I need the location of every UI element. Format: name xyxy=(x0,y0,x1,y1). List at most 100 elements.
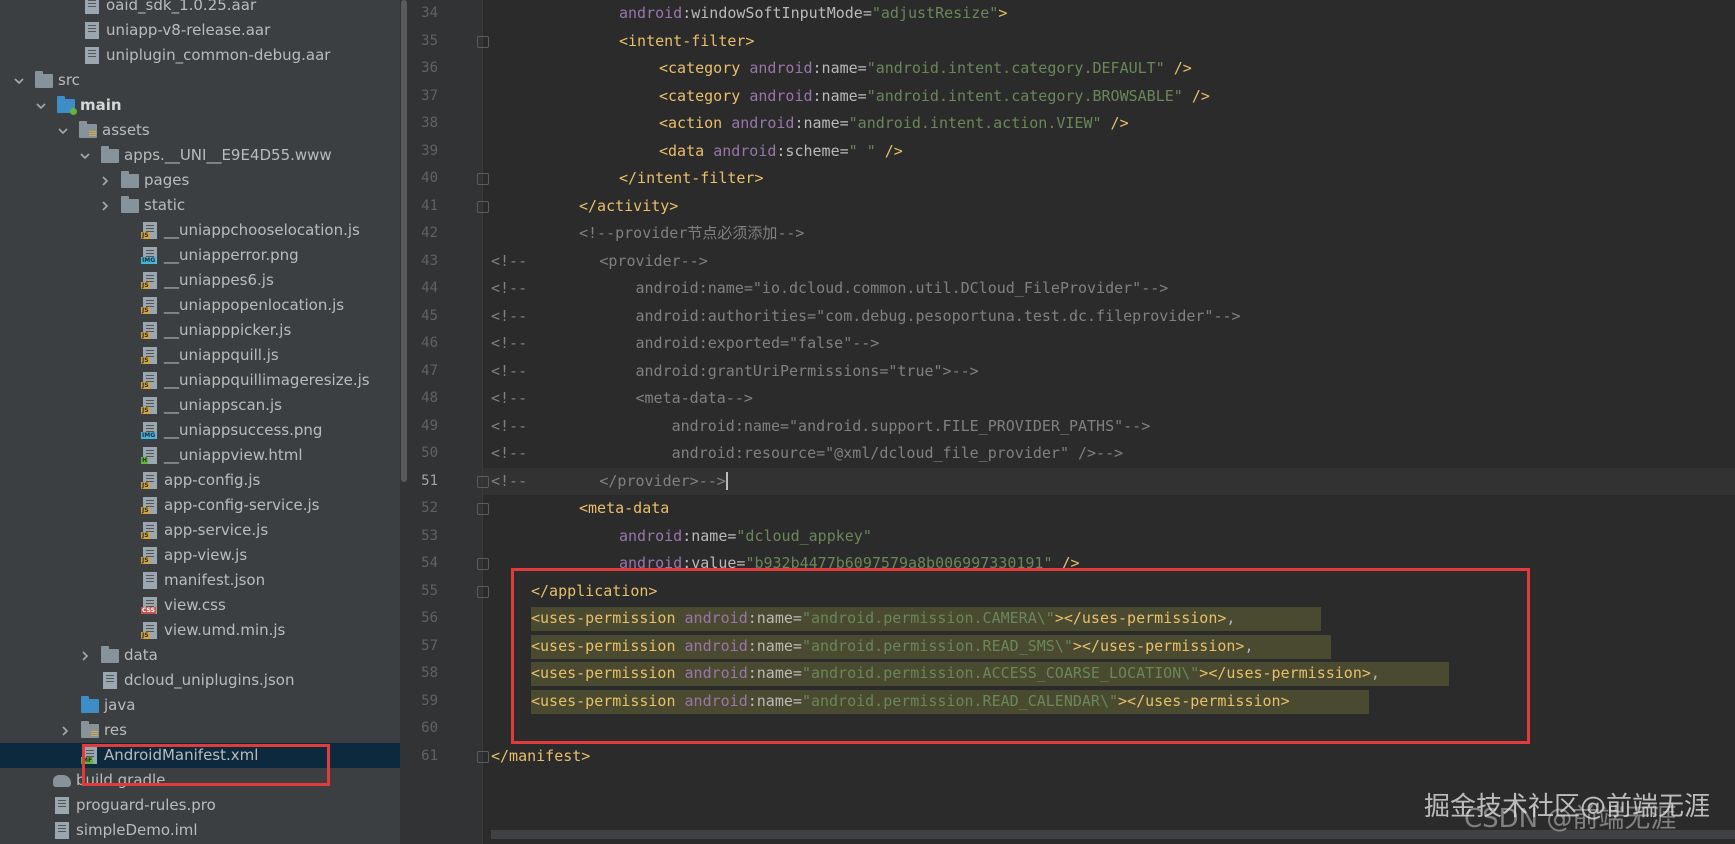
code-line[interactable]: <!-- <provider--> xyxy=(491,248,708,276)
code-token: <!-- android:name="io.dcloud.common.util… xyxy=(491,279,1169,297)
line-number: 37 xyxy=(421,87,438,104)
tree-item-label: manifest.json xyxy=(164,571,266,589)
tree-item-label: __uniappquillimageresize.js xyxy=(164,371,370,389)
line-number: 60 xyxy=(421,720,438,736)
chevron-right-icon[interactable] xyxy=(98,199,112,213)
code-line[interactable]: <!-- </provider>--> xyxy=(491,468,728,496)
tree-item[interactable]: dcloud_uniplugins.json xyxy=(0,668,400,693)
tree-item[interactable]: JS __uniappquillimageresize.js xyxy=(0,368,400,393)
tree-item-label: __uniappquill.js xyxy=(164,346,279,364)
fold-marker-icon[interactable] xyxy=(477,585,489,598)
tree-item[interactable]: IMG __uniapperror.png xyxy=(0,243,400,268)
tree-item[interactable]: H __uniappview.html xyxy=(0,443,400,468)
tree-item[interactable]: manifest.json xyxy=(0,568,400,593)
js-file-icon: JS xyxy=(140,272,160,290)
tree-item[interactable]: main xyxy=(0,93,400,118)
folder-icon xyxy=(100,145,120,165)
tree-item-label: data xyxy=(124,646,158,664)
code-line[interactable]: <!-- android:name="android.support.FILE_… xyxy=(491,413,1150,441)
chevron-down-icon[interactable] xyxy=(12,74,26,88)
chevron-right-icon[interactable] xyxy=(98,174,112,188)
project-tree-scrollbar-thumb[interactable] xyxy=(401,0,407,482)
tree-item[interactable]: JS app-config.js xyxy=(0,468,400,493)
tree-item[interactable]: JS __uniappes6.js xyxy=(0,268,400,293)
folder-icon xyxy=(56,95,77,115)
code-line[interactable]: </activity> xyxy=(579,193,678,221)
tree-item[interactable]: JS app-config-service.js xyxy=(0,493,400,518)
tree-item[interactable]: proguard-rules.pro xyxy=(0,793,400,818)
tree-item[interactable]: JS __uniappchooselocation.js xyxy=(0,218,400,243)
code-line[interactable]: android:windowSoftInputMode="adjustResiz… xyxy=(619,0,1007,28)
tree-item[interactable]: res xyxy=(0,718,400,743)
code-token: "android.intent.action.VIEW" xyxy=(848,114,1102,132)
tree-item[interactable]: JS __uniappopenlocation.js xyxy=(0,293,400,318)
chevron-down-icon[interactable] xyxy=(34,99,48,113)
folder-icon xyxy=(120,195,140,215)
tree-item[interactable]: IMG __uniappsuccess.png xyxy=(0,418,400,443)
fold-marker-icon[interactable] xyxy=(477,200,489,213)
code-line[interactable]: <!-- <meta-data--> xyxy=(491,385,753,413)
tree-item[interactable]: oaid_sdk_1.0.25.aar xyxy=(0,0,400,18)
code-line[interactable]: <intent-filter> xyxy=(619,28,754,56)
chevron-down-icon[interactable] xyxy=(78,149,92,163)
tree-item[interactable]: JS __uniapppicker.js xyxy=(0,318,400,343)
tree-item[interactable]: src xyxy=(0,68,400,93)
tree-item[interactable]: uniplugin_common-debug.aar xyxy=(0,43,400,68)
tree-item[interactable]: uniapp-v8-release.aar xyxy=(0,18,400,43)
js-file-icon: JS xyxy=(140,397,160,415)
code-line[interactable]: <data android:scheme=" " /> xyxy=(659,138,903,166)
code-line[interactable]: <category android:name="android.intent.c… xyxy=(659,55,1192,83)
chevron-right-icon[interactable] xyxy=(58,724,72,738)
code-line[interactable]: <!-- android:name="io.dcloud.common.util… xyxy=(491,275,1168,303)
chevron-right-icon[interactable] xyxy=(78,649,92,663)
fold-marker-icon[interactable] xyxy=(477,35,489,48)
tree-item[interactable]: assets xyxy=(0,118,400,143)
tree-item[interactable]: CSS view.css xyxy=(0,593,400,618)
tree-item[interactable]: JS __uniappquill.js xyxy=(0,343,400,368)
tree-item[interactable]: JS __uniappscan.js xyxy=(0,393,400,418)
line-number: 57 xyxy=(421,637,438,654)
code-line[interactable]: </manifest> xyxy=(491,743,590,771)
fold-marker-icon[interactable] xyxy=(477,475,489,488)
fold-marker-icon[interactable] xyxy=(477,173,489,185)
code-line[interactable]: <!-- android:grantUriPermissions="true">… xyxy=(491,358,979,386)
line-number: 48 xyxy=(421,390,438,406)
tree-item-label: app-config-service.js xyxy=(164,496,320,514)
fold-marker-icon[interactable] xyxy=(477,503,489,515)
file-icon xyxy=(82,22,102,40)
code-line[interactable]: <meta-data xyxy=(579,495,669,523)
code-line[interactable]: <!--provider节点必须添加--> xyxy=(579,220,804,248)
tree-item[interactable]: JS view.umd.min.js xyxy=(0,618,400,643)
file-icon xyxy=(82,47,102,65)
image-file-icon: IMG xyxy=(140,247,160,265)
js-file-icon: JS xyxy=(140,222,160,240)
code-line[interactable]: <action android:name="android.intent.act… xyxy=(659,110,1129,138)
tree-item-label: __uniappscan.js xyxy=(164,396,282,414)
code-line[interactable]: <!-- android:exported="false"--> xyxy=(491,330,879,358)
tree-item[interactable]: JS app-service.js xyxy=(0,518,400,543)
tree-item[interactable]: java xyxy=(0,693,400,718)
html-file-icon: H xyxy=(140,447,160,465)
code-line[interactable]: <category android:name="android.intent.c… xyxy=(659,83,1210,111)
code-line[interactable]: <!-- android:authorities="com.debug.peso… xyxy=(491,303,1241,331)
code-line[interactable]: </intent-filter> xyxy=(619,165,764,193)
file-icon xyxy=(52,797,72,815)
tree-item[interactable]: pages xyxy=(0,168,400,193)
code-line[interactable]: android:name="dcloud_appkey" xyxy=(619,523,872,551)
chevron-down-icon[interactable] xyxy=(56,124,70,138)
fold-marker-icon[interactable] xyxy=(477,558,489,570)
code-token: <intent-filter> xyxy=(619,31,755,50)
file-icon xyxy=(52,822,72,840)
tree-item[interactable]: data xyxy=(0,643,400,668)
fold-marker-icon[interactable] xyxy=(477,750,489,763)
tree-item[interactable]: static xyxy=(0,193,400,218)
js-file-icon: JS xyxy=(140,347,160,365)
code-token: android xyxy=(619,526,683,545)
tree-item-label: __uniapppicker.js xyxy=(164,321,292,339)
code-token: <!-- <meta-data--> xyxy=(491,389,753,407)
code-line[interactable]: <!-- android:resource="@xml/dcloud_file_… xyxy=(491,440,1123,468)
code-token: </activity> xyxy=(579,196,679,215)
tree-item[interactable]: apps.__UNI__E9E4D55.www xyxy=(0,143,400,168)
tree-item[interactable]: JS app-view.js xyxy=(0,543,400,568)
tree-item[interactable]: simpleDemo.iml xyxy=(0,818,400,843)
